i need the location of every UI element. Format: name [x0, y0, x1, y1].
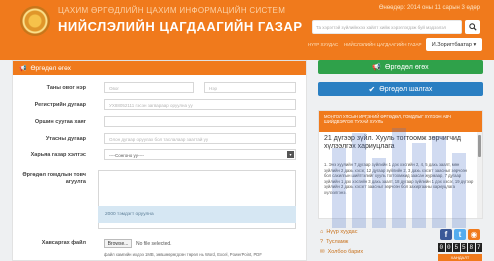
site-subtitle: ЦАХИМ ӨРГӨДЛИЙН ЦАХИМ ИНФОРМАЦИЙН СИСТЕМ [58, 6, 286, 15]
search-input[interactable]: Та хэрэгтэй зүйлийнхээ хайлт хийж хэрэгл… [312, 20, 462, 34]
counter-digit: 7 [475, 243, 482, 252]
file-status: No file selected. [136, 241, 172, 247]
side-link-contact-label: Холбоо барих [327, 249, 364, 255]
counter-digit: 0 [445, 243, 452, 252]
content-label: Өргөдөл гомдлын товч агуулга [22, 172, 86, 185]
contact-icon: ✉ [320, 249, 325, 255]
district-select-value: ----Сонгоно уу---- [109, 152, 145, 158]
side-link-contact[interactable]: ✉ Холбоо барих [320, 249, 363, 255]
help-icon: ? [320, 239, 324, 245]
news-scroll-thumb[interactable] [478, 135, 481, 157]
char-counter: 2000 тэмдэгт оруулна [98, 206, 296, 223]
submit-petition-button[interactable]: 📢 Өргөдөл өгөх [318, 60, 483, 74]
name-label: Таны овог нэр [46, 85, 86, 91]
side-link-home-label: Нүүр хуудас [326, 229, 358, 235]
rss-icon[interactable]: ◉ [468, 229, 480, 240]
browse-button[interactable]: Browse... [104, 239, 132, 248]
form-heading-label: Өргөдөл өгөх [30, 64, 71, 72]
side-link-home[interactable]: ⌂ Нүүр хуудас [320, 229, 357, 235]
address-label: Оршин суугаа хаяг [34, 119, 86, 125]
counter-digit: 5 [453, 243, 460, 252]
district-select[interactable]: ----Сонгоно уу---- ▾ [104, 149, 296, 160]
law-article-title: 21 дүгээр зүйл. Хууль тогтоомж зөрчигчид… [324, 135, 462, 150]
search-button[interactable] [465, 20, 480, 34]
chevron-down-icon: ▾ [287, 151, 294, 158]
register-label: Регистрийн дугаар [34, 102, 86, 108]
facebook-icon[interactable]: f [440, 229, 452, 240]
submit-petition-label: Өргөдөл өгөх [385, 63, 429, 71]
phone-input[interactable]: Олон дугаар оруулах бол таслалаар заагта… [104, 133, 296, 144]
check-petition-button[interactable]: ✔ Өргөдөл шалгах [318, 82, 483, 96]
search-icon [468, 23, 477, 31]
firstname-input[interactable]: Нэр [204, 82, 296, 93]
file-hint: файл хамгийн ихдээ 1MB, зөвшөөрөгдсөн тө… [104, 252, 262, 257]
visit-counter: 0 0 5 5 8 7 [438, 243, 482, 252]
file-label: Хавсаргах файл [41, 240, 86, 246]
form-heading: 📢 Өргөдөл өгөх [13, 61, 306, 75]
phone-label: Утасны дугаар [45, 136, 86, 142]
register-input[interactable]: УХ88052111 гэсэн загвараар оруулна уу [104, 99, 296, 110]
police-emblem-logo[interactable] [20, 6, 50, 36]
counter-digit: 8 [468, 243, 475, 252]
megaphone-icon: 📢 [19, 65, 27, 72]
law-news-panel: МОНГОЛ УЛСЫН ИРГЭНИЙ ӨРГӨДӨЛ, ГОМДЛЫГ ХҮ… [318, 110, 483, 219]
district-label: Харьяа газар хэлтэс [30, 152, 86, 158]
twitter-icon[interactable]: t [454, 229, 466, 240]
law-title-band: МОНГОЛ УЛСЫН ИРГЭНИЙ ӨРГӨДӨЛ, ГОМДЛЫГ ХҮ… [319, 111, 482, 132]
nav-home-link[interactable]: НҮҮР ХУУДАС [308, 42, 338, 47]
counter-digit: 5 [460, 243, 467, 252]
checkmark-icon: ✔ [368, 84, 376, 94]
nav-police-link[interactable]: НИЙСЛЭЛИЙН ЦАГДААГИЙН ГАЗАР [344, 42, 422, 47]
address-input[interactable] [104, 116, 296, 127]
megaphone-icon: 📢 [372, 64, 382, 71]
check-petition-label: Өргөдөл шалгах [379, 85, 433, 93]
law-article-body: 1. Энэ хуулийн 7 дугаар зүйлийн 1 дэх хэ… [324, 162, 474, 195]
current-date: Өнөөдөр: 2014 оны 11 сарын 3 өдөр [378, 5, 480, 11]
side-link-help[interactable]: ? Тусламж [320, 239, 348, 245]
surname-input[interactable]: Овог [104, 82, 194, 93]
home-icon: ⌂ [320, 229, 324, 235]
counter-digit: 0 [438, 243, 445, 252]
user-menu-button[interactable]: И.Зоригтбаатар ▾ [426, 38, 482, 51]
visit-counter-label: ХАНДАЛТ [438, 254, 482, 261]
side-link-help-label: Тусламж [326, 239, 349, 245]
site-header: ЦАХИМ ӨРГӨДЛИЙН ЦАХИМ ИНФОРМАЦИЙН СИСТЕМ… [0, 0, 494, 60]
site-title[interactable]: НИЙСЛЭЛИЙН ЦАГДААГИЙН ГАЗАР [58, 19, 303, 34]
